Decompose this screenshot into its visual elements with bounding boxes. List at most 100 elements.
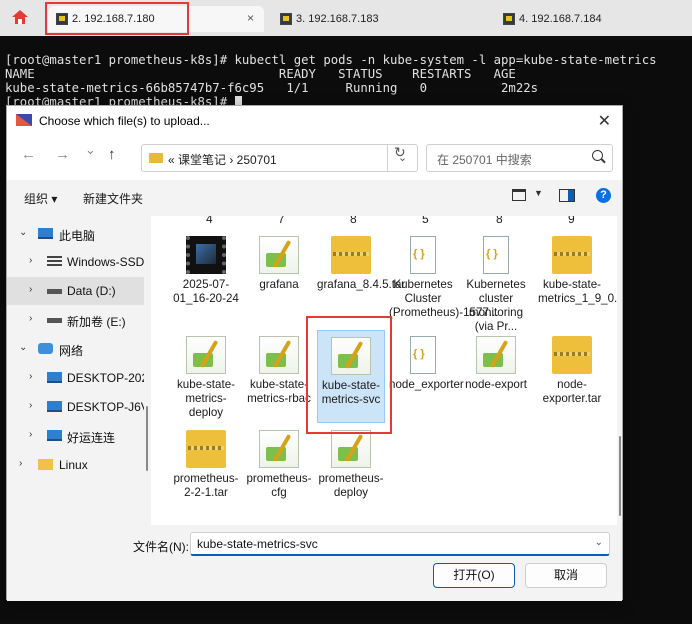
help-icon[interactable]: ? — [596, 188, 611, 203]
file-name: 2025-07-01_16-20-24 — [173, 278, 239, 305]
file-item[interactable]: prometheus-cfg — [245, 430, 313, 500]
file-item[interactable]: node_exporter — [389, 336, 464, 392]
search-input[interactable]: 在 250701 中搜索 — [426, 144, 613, 172]
organize-button[interactable]: 组织 ▾ — [24, 190, 57, 207]
chevron-right-icon[interactable]: › — [29, 400, 32, 411]
tab-label: 3. 192.168.7.183 — [296, 13, 379, 25]
windows-drive-icon — [47, 256, 62, 267]
sidebar-item-windows-ssd[interactable]: › Windows-SSD — [7, 248, 144, 276]
address-bar[interactable]: « 课堂笔记 › 250701 ⌄ — [141, 144, 418, 172]
sidebar-item-label: 此电脑 — [59, 229, 96, 243]
zip-icon — [186, 430, 226, 468]
file-item[interactable]: node-export — [462, 336, 530, 392]
sidebar-item-label: Linux — [59, 458, 88, 472]
sidebar-item-haoyun[interactable]: › 好运连连 — [7, 422, 144, 450]
sidebar-item-label: 网络 — [59, 344, 84, 358]
file-name: kube-state-metrics-rbac — [247, 378, 311, 405]
file-item[interactable]: Kubernetes Cluster (Prometheus)-1577... — [389, 236, 499, 320]
file-item[interactable]: kube-state-metrics-rbac — [245, 336, 313, 406]
drive-icon — [47, 289, 62, 294]
text-file-icon — [331, 430, 371, 468]
file-name: node-exporter.tar — [542, 378, 602, 405]
sidebar-item-label: Data (D:) — [67, 284, 116, 298]
filename-label: 文件名(N): — [133, 540, 189, 554]
close-tab-icon[interactable]: × — [247, 11, 254, 25]
file-item[interactable]: 2025-07-01_16-20-24 — [172, 236, 240, 306]
chevron-right-icon[interactable]: › — [29, 371, 32, 382]
back-arrow-icon[interactable]: ← — [21, 146, 36, 163]
search-icon[interactable] — [592, 150, 603, 161]
recent-locations-icon[interactable]: ⌄ — [85, 142, 96, 158]
new-folder-button[interactable]: 新建文件夹 — [83, 190, 143, 207]
file-item[interactable]: prometheus-2-2-1.tar — [172, 430, 240, 500]
file-name: Kubernetes cluster monitoring (via Pr... — [466, 278, 526, 333]
navigation-pane: ⌄ 此电脑 › Windows-SSD › Data (D:) › 新加卷 (E… — [7, 216, 144, 525]
sidebar-item-desktop-202[interactable]: › DESKTOP-202 — [7, 364, 144, 392]
sidebar-item-label: Windows-SSD — [67, 255, 144, 269]
sidebar-item-data-d[interactable]: › Data (D:) — [7, 277, 144, 305]
preview-pane-icon[interactable] — [559, 189, 575, 202]
zip-icon — [552, 236, 592, 274]
zip-icon — [331, 236, 371, 274]
folder-icon — [38, 459, 53, 470]
file-item[interactable]: node-exporter.tar — [538, 336, 606, 406]
file-item[interactable]: Kubernetes cluster monitoring (via Pr... — [462, 236, 530, 334]
tab-session-3[interactable]: 3. 192.168.7.183 — [272, 6, 482, 32]
up-arrow-icon[interactable]: ↑ — [108, 146, 116, 163]
sidebar-item-network[interactable]: ⌄ 网络 — [7, 335, 144, 363]
file-item[interactable]: kube-state-metrics_1_9_0.tar — [538, 236, 617, 306]
breadcrumb[interactable]: « 课堂笔记 › 250701 — [168, 151, 277, 168]
refresh-icon[interactable]: ↻ — [394, 144, 406, 161]
sidebar-item-volume-e[interactable]: › 新加卷 (E:) — [7, 306, 144, 334]
chevron-down-icon[interactable]: ⌄ — [19, 227, 27, 238]
sidebar-item-this-pc[interactable]: ⌄ 此电脑 — [7, 220, 144, 248]
dialog-title: Choose which file(s) to upload... — [39, 114, 210, 128]
tab-session-4[interactable]: 4. 192.168.7.184 — [495, 6, 685, 32]
file-item[interactable]: prometheus-deploy — [317, 430, 385, 500]
json-icon — [410, 336, 436, 374]
folder-icon — [149, 153, 163, 163]
cancel-button[interactable]: 取消 — [525, 563, 607, 588]
terminal-line: NAME READY STATUS RESTARTS AGE — [5, 67, 516, 81]
search-placeholder: 在 250701 中搜索 — [437, 153, 532, 167]
terminal-line: [root@master1 prometheus-k8s]# kubectl g… — [5, 53, 657, 67]
view-mode-icon[interactable] — [512, 189, 526, 201]
partial-file-label: 4 — [206, 216, 213, 226]
home-icon[interactable] — [10, 8, 30, 26]
video-icon — [186, 236, 226, 274]
file-name: node_exporter — [389, 378, 464, 391]
computer-icon — [47, 430, 62, 441]
chevron-right-icon[interactable]: › — [29, 429, 32, 440]
partial-file-label: 8 — [350, 216, 357, 226]
forward-arrow-icon[interactable]: → — [55, 146, 70, 163]
chevron-right-icon[interactable]: › — [19, 458, 22, 469]
text-file-icon — [259, 430, 299, 468]
terminal-icon — [280, 13, 292, 25]
filename-field[interactable]: kube-state-metrics-svc ⌄ — [190, 532, 610, 556]
text-file-icon — [259, 236, 299, 274]
text-file-icon — [186, 336, 226, 374]
chevron-right-icon[interactable]: › — [29, 313, 32, 324]
sidebar-item-desktop-j6v[interactable]: › DESKTOP-J6V — [7, 393, 144, 421]
chevron-right-icon[interactable]: › — [29, 255, 32, 266]
chevron-down-icon[interactable]: ⌄ — [595, 537, 603, 548]
file-item[interactable]: grafana — [245, 236, 313, 292]
file-name: node-export — [465, 378, 527, 391]
sidebar-item-linux[interactable]: › Linux — [7, 451, 144, 479]
terminal-output[interactable]: [root@master1 prometheus-k8s]# kubectl g… — [5, 39, 657, 109]
chevron-down-icon[interactable]: ▼ — [534, 188, 543, 198]
sidebar-scrollbar[interactable] — [145, 216, 149, 525]
json-icon — [483, 236, 509, 274]
chevron-right-icon[interactable]: › — [29, 284, 32, 295]
file-name: prometheus-cfg — [246, 472, 312, 499]
close-icon[interactable]: ✕ — [598, 111, 611, 131]
sidebar-item-label: DESKTOP-J6V — [67, 400, 144, 414]
filename-value: kube-state-metrics-svc — [197, 537, 318, 551]
open-button[interactable]: 打开(O) — [433, 563, 515, 588]
dialog-footer: 文件名(N): kube-state-metrics-svc ⌄ 打开(O) 取… — [7, 525, 622, 601]
chevron-down-icon[interactable]: ⌄ — [19, 342, 27, 353]
file-item[interactable]: grafana_8.4.5.tar — [317, 236, 405, 292]
file-list-scrollbar[interactable] — [619, 436, 623, 516]
file-item[interactable]: kube-state-metrics-deploy — [172, 336, 240, 420]
tab-label: 4. 192.168.7.184 — [519, 13, 602, 25]
